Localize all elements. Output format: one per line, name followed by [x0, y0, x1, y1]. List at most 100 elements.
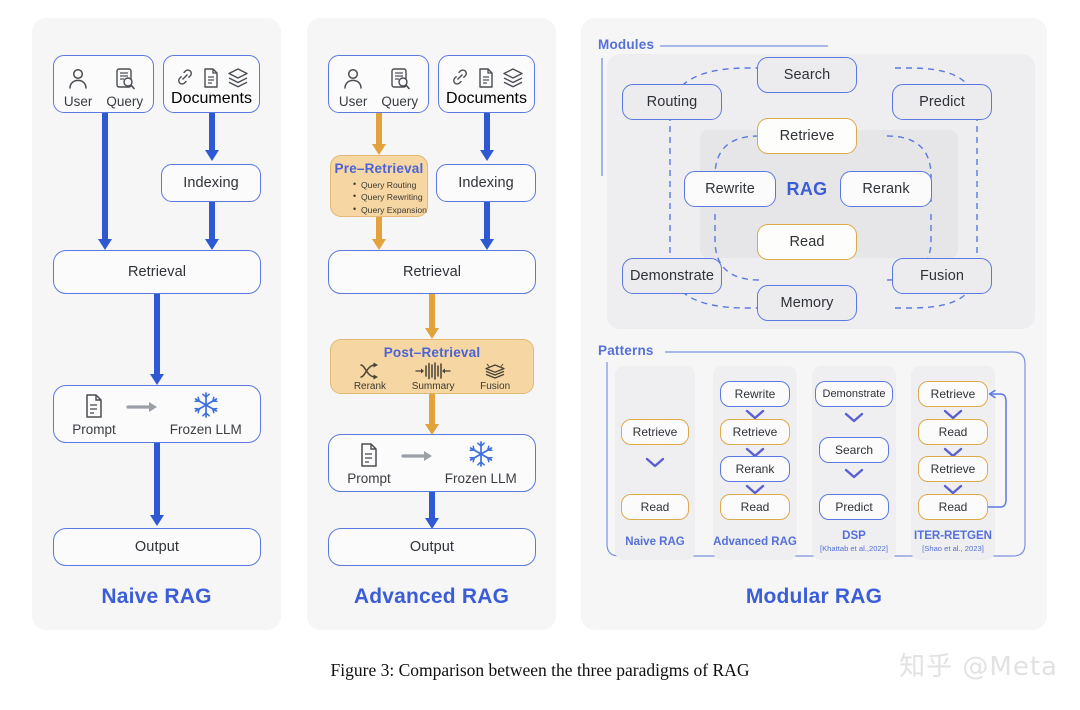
crossing-arrows-icon — [360, 362, 378, 380]
advanced-query-label: Query — [381, 94, 419, 109]
advanced-user-cell: User — [338, 63, 368, 109]
naive-arrow-generation-to-output — [149, 443, 164, 526]
pre-retrieval-item: Query Routing — [353, 178, 427, 192]
post-retrieval-title: Post–Retrieval — [383, 345, 481, 360]
chevron-down-icon — [645, 457, 665, 468]
naive-input-user-query-box: User Query — [53, 55, 154, 113]
advanced-arrow-postretrieval-to-generation — [424, 394, 439, 435]
pattern-step[interactable]: Rewrite — [720, 381, 790, 407]
advanced-rag-title: Advanced RAG — [353, 585, 510, 608]
pre-retrieval-item: Query Rewriting — [353, 190, 427, 204]
advanced-input-documents-box: Documents — [438, 55, 535, 113]
naive-llm-label: Frozen LLM — [169, 422, 242, 437]
pattern-name: DSP — [842, 530, 866, 542]
module-node-routing[interactable]: Routing — [622, 84, 722, 120]
naive-arrow-indexing-to-retrieval — [204, 202, 219, 250]
modules-left-bracket — [601, 58, 603, 176]
advanced-retrieval-node: Retrieval — [328, 250, 536, 294]
advanced-llm-cell: Frozen LLM — [445, 440, 517, 486]
right-arrow-icon — [397, 449, 439, 463]
post-retrieval-fusion-cell: Fusion — [480, 362, 510, 392]
pattern-step[interactable]: Predict — [819, 494, 889, 520]
naive-llm-cell: Frozen LLM — [170, 391, 242, 437]
naive-prompt-label: Prompt — [72, 422, 116, 437]
post-retrieval-items: Rerank Summary Fusion — [331, 362, 533, 392]
advanced-output-node: Output — [328, 528, 536, 566]
advanced-prompt-cell: Prompt — [347, 440, 391, 486]
pattern-name: ITER-RETGEN — [914, 530, 992, 542]
pattern-step[interactable]: Retrieve — [621, 419, 689, 445]
pattern-step[interactable]: Demonstrate — [815, 381, 893, 407]
user-icon — [67, 63, 89, 91]
naive-output-node: Output — [53, 528, 261, 566]
advanced-query-cell: Query — [381, 63, 418, 109]
naive-rag-title: Naive RAG — [101, 585, 212, 608]
modules-underline — [660, 45, 828, 47]
naive-query-cell: Query — [106, 63, 143, 109]
pattern-step[interactable]: Read — [720, 494, 790, 520]
module-node-search[interactable]: Search — [757, 57, 857, 93]
naive-documents-label: Documents — [171, 90, 252, 107]
query-document-search-icon — [114, 63, 136, 91]
module-node-predict[interactable]: Predict — [892, 84, 992, 120]
figure-canvas: User Query Documents Indexing Retrieval — [0, 0, 1080, 710]
document-icon — [478, 68, 493, 88]
advanced-arrow-retrieval-to-postretrieval — [424, 294, 439, 339]
snowflake-icon — [467, 440, 495, 468]
advanced-arrow-indexing-to-retrieval — [479, 202, 494, 250]
advanced-documents-label: Documents — [446, 90, 527, 107]
advanced-user-label: User — [338, 94, 368, 109]
pattern-step[interactable]: Search — [819, 437, 889, 463]
waveform-icon — [415, 362, 451, 380]
pattern-step[interactable]: Read — [918, 419, 988, 445]
post-retrieval-summary-cell: Summary — [412, 362, 455, 392]
pattern-name: Naive RAG — [625, 536, 685, 548]
advanced-arrow-preretrieval-to-retrieval — [371, 217, 386, 250]
module-node-demonstrate[interactable]: Demonstrate — [622, 258, 722, 294]
pattern-step[interactable]: Retrieve — [720, 419, 790, 445]
query-document-search-icon — [389, 63, 411, 91]
document-icon — [358, 440, 380, 468]
naive-indexing-node: Indexing — [161, 164, 261, 202]
modular-rag-title: Modular RAG — [745, 585, 883, 608]
pre-retrieval-item: Query Expansion — [353, 203, 427, 217]
post-retrieval-fusion-label: Fusion — [480, 381, 511, 392]
modules-section-label: Modules — [598, 37, 655, 52]
post-retrieval-summary-label: Summary — [411, 381, 455, 392]
chevron-down-icon — [844, 468, 864, 479]
advanced-input-user-query-box: User Query — [328, 55, 429, 113]
naive-arrow-query-to-retrieval — [97, 113, 112, 250]
advanced-post-retrieval-box: Post–Retrieval Rerank Summary Fusion — [330, 339, 534, 394]
document-icon — [203, 68, 218, 88]
naive-user-cell: User — [64, 63, 92, 109]
link-icon — [452, 69, 467, 85]
module-node-memory[interactable]: Memory — [757, 285, 857, 321]
module-node-read[interactable]: Read — [757, 224, 857, 260]
pattern-step[interactable]: Retrieve — [918, 456, 988, 482]
pattern-step[interactable]: Rerank — [720, 456, 790, 482]
advanced-prompt-label: Prompt — [347, 471, 391, 486]
pattern-step[interactable]: Retrieve — [918, 381, 988, 407]
advanced-documents-icons — [450, 67, 524, 89]
patterns-section-label: Patterns — [598, 343, 654, 358]
advanced-arrow-documents-to-indexing — [479, 113, 494, 161]
naive-documents-icons — [175, 67, 249, 89]
advanced-arrow-query-to-preretrieval — [371, 113, 386, 155]
pattern-step[interactable]: Read — [918, 494, 988, 520]
stacked-layers-icon — [485, 363, 505, 379]
advanced-indexing-node: Indexing — [436, 164, 536, 202]
advanced-pre-retrieval-box: Pre–Retrieval Query Routing Query Rewrit… — [330, 155, 428, 217]
module-node-fusion[interactable]: Fusion — [892, 258, 992, 294]
advanced-arrow-generation-to-output — [424, 492, 439, 529]
modules-center-rag-label: RAG — [786, 179, 828, 199]
module-node-retrieve[interactable]: Retrieve — [757, 118, 857, 154]
pre-retrieval-title: Pre–Retrieval — [334, 161, 424, 176]
naive-input-documents-box: Documents — [163, 55, 260, 113]
layers-icon — [227, 68, 248, 88]
pattern-step[interactable]: Read — [621, 494, 689, 520]
right-arrow-icon — [122, 400, 164, 414]
naive-arrow-retrieval-to-generation — [149, 294, 164, 385]
pattern-citation: [Shao et al., 2023] — [922, 544, 984, 553]
advanced-llm-label: Frozen LLM — [444, 471, 517, 486]
pre-retrieval-list: Query Routing Query Rewriting Query Expa… — [331, 178, 427, 217]
